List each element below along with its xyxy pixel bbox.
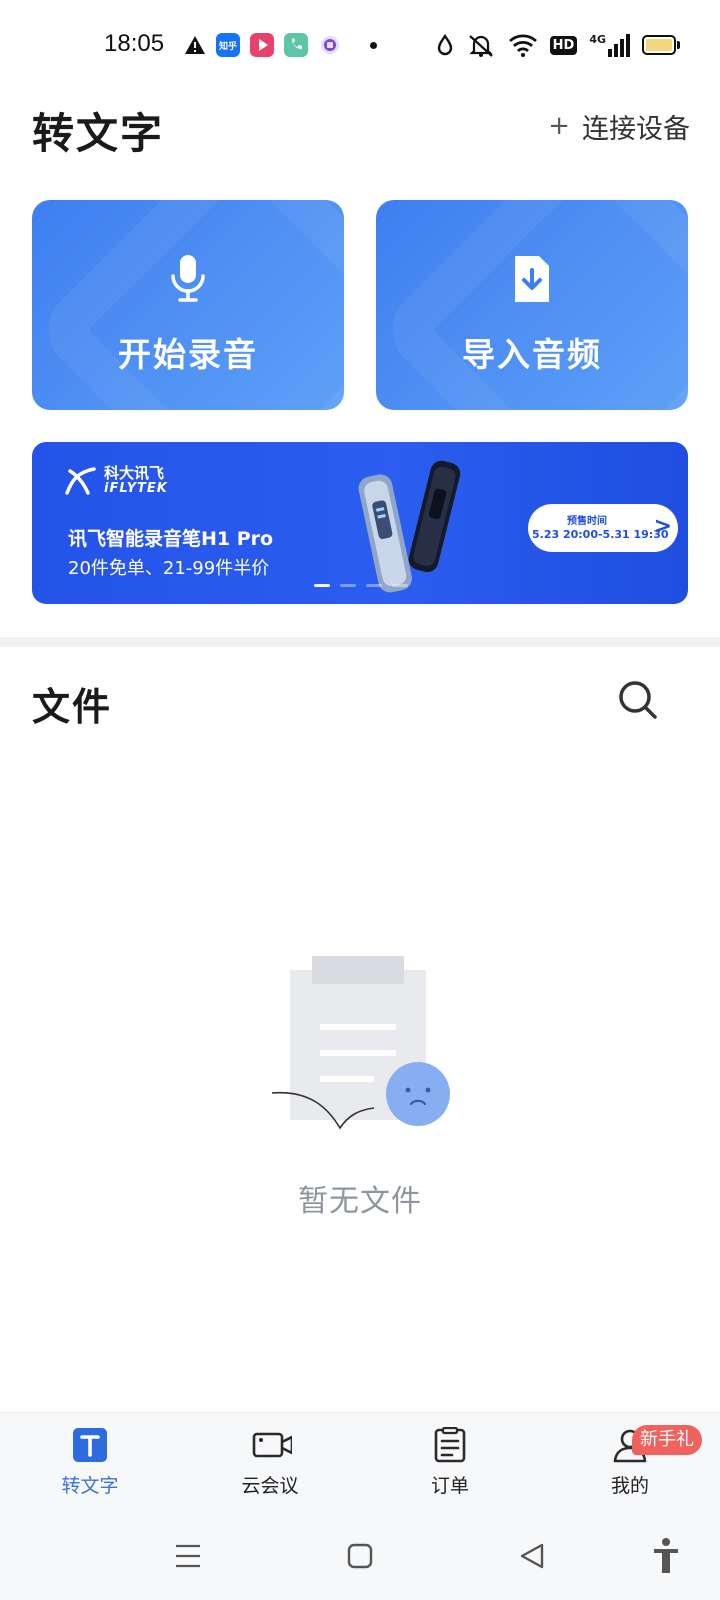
new-user-gift-badge[interactable]: 新手礼 [632,1425,702,1455]
nav-label-orders: 订单 [430,1475,469,1497]
promo-banner[interactable]: 科大讯飞 iFLYTEK 讯飞智能录音笔H1 Pro 20件免单、21-99件半… [32,442,688,604]
chevron-right-icon: > [653,514,672,539]
signal-bar [620,39,624,57]
recorder-pen-image [358,460,461,593]
nav-item-orders[interactable]: 订单 [360,1413,540,1511]
files-title: 文件 [32,685,113,729]
nav-label-cloud-meeting: 云会议 [241,1475,299,1497]
signal-bar [614,44,618,57]
battery-tip [677,41,680,49]
status-time: 18:05 [104,30,165,57]
signal-bar [608,49,612,57]
iflytek-logo-mark [65,467,96,495]
search-icon[interactable] [616,678,660,722]
brand-cn: 科大讯飞 [104,464,165,482]
warning-icon [185,36,205,54]
brand-en: iFLYTEK [104,481,168,496]
phone-app-icon [284,33,308,57]
zhihu-app-icon: 知乎 [216,33,240,57]
drop-icon [437,33,452,56]
banner-subtitle: 20件免单、21-99件半价 [68,558,270,579]
banner-dot-active [314,584,330,587]
nav-label-transcribe: 转文字 [61,1475,119,1497]
page-title: 转文字 [32,109,165,158]
battery-fill [646,39,672,51]
menu-icon[interactable] [168,1536,208,1576]
purple-app-icon [318,33,342,57]
iflytek-logo-text: 科大讯飞 iFLYTEK [104,464,168,497]
banner-dot [366,584,382,587]
notification-icons: 知乎 [184,30,377,60]
start-recording-label: 开始录音 [118,335,258,374]
banner-dot [392,584,408,587]
iflytek-logo: 科大讯飞 iFLYTEK [64,466,168,496]
connect-device-button[interactable]: + 连接设备 [548,106,690,146]
back-icon[interactable] [512,1536,552,1576]
nav-item-cloud-meeting[interactable]: 云会议 [180,1413,360,1511]
system-status-icons: HD 4G [436,30,680,60]
status-bar: 18:05 知乎 HD 4G [0,0,720,90]
video-app-icon [250,33,274,57]
video-camera-icon [252,1432,292,1458]
presale-time-button[interactable]: 预售时间 5.23 20:00-5.31 19:30 > [528,504,678,552]
battery-icon [642,35,680,55]
battery-body [642,35,676,55]
start-recording-button[interactable]: 开始录音 [32,200,344,410]
banner-dot [340,584,356,587]
signal-4g-icon: 4G [589,33,630,57]
banner-title: 讯飞智能录音笔H1 Pro [68,528,274,550]
section-divider [0,637,720,647]
bottom-navigation: 转文字 云会议 订单 我的 新手礼 [0,1412,720,1510]
accessibility-icon[interactable] [646,1536,686,1576]
app-screen: 18:05 知乎 HD 4G 转文字 + 连接设备 开始录音 导入音频 科大讯飞… [0,0,720,1600]
plus-icon: + [548,111,570,141]
order-icon [434,1427,466,1463]
wifi-icon [508,34,537,57]
home-icon[interactable] [340,1536,380,1576]
mute-icon [468,35,493,57]
system-navigation-bar [0,1510,720,1600]
presale-label: 预售时间 [567,516,607,527]
connect-device-label: 连接设备 [582,113,690,145]
network-type-label: 4G [589,33,606,46]
microphone-icon [171,255,205,302]
nav-label-profile: 我的 [610,1475,649,1497]
signal-bar [626,34,630,57]
transcribe-icon [73,1428,107,1462]
presale-time: 5.23 20:00-5.31 19:30 [532,528,669,541]
empty-files-text: 暂无文件 [298,1184,422,1219]
nav-item-transcribe[interactable]: 转文字 [0,1413,180,1511]
import-audio-button[interactable]: 导入音频 [376,200,688,410]
hd-icon: HD [549,35,578,55]
nav-item-profile[interactable]: 我的 新手礼 [540,1413,720,1511]
banner-pagination [314,584,408,587]
dot-icon [370,41,377,49]
import-audio-label: 导入音频 [462,335,602,374]
empty-files-illustration [271,956,450,1130]
import-file-icon [515,256,549,302]
